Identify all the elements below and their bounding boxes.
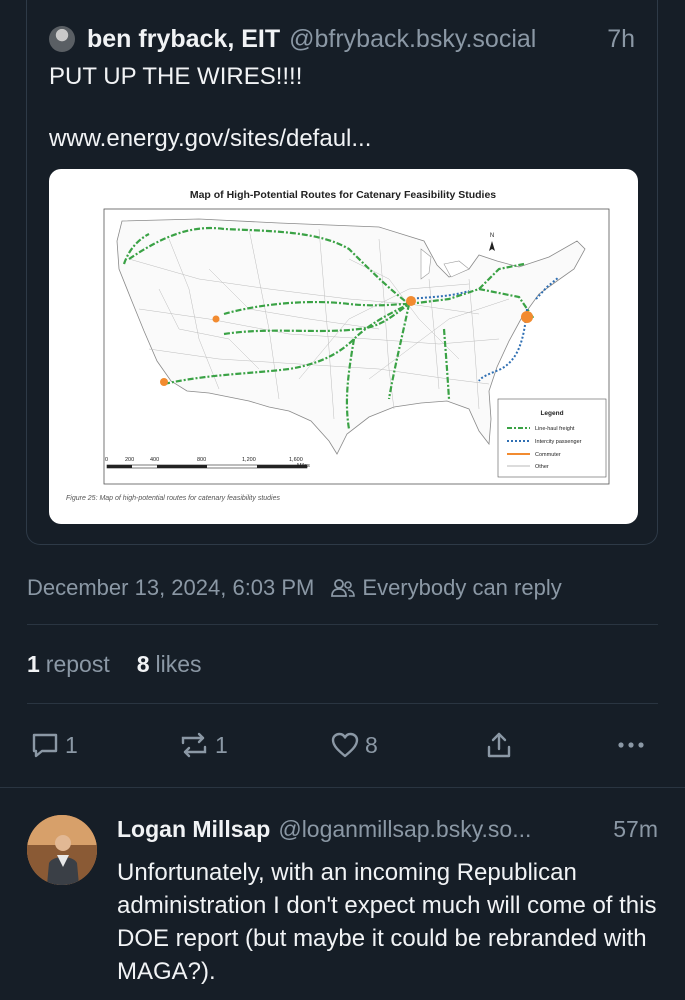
route-map: Map of High-Potential Routes for Catenar… [66, 189, 610, 502]
figure-caption: Figure 25: Map of high-potential routes … [66, 495, 281, 502]
scale-tick: 200 [125, 457, 134, 463]
map-title: Map of High-Potential Routes for Catenar… [190, 189, 496, 201]
post-actions: 1 1 8 [27, 725, 658, 765]
scale-tick: 800 [197, 457, 206, 463]
map-legend: Legend Line-haul freight Intercity passe… [497, 398, 607, 478]
like-count: 8 [365, 731, 378, 758]
legend-item: Other [535, 464, 549, 470]
repost-button[interactable]: 1 [177, 725, 228, 765]
likes-stat[interactable]: 8 likes [137, 651, 202, 678]
quoted-post-link[interactable]: www.energy.gov/sites/defaul... [49, 124, 371, 154]
reply-author-handle[interactable]: @loganmillsap.bsky.so... [278, 816, 531, 843]
divider [27, 703, 658, 704]
likes-label: likes [155, 651, 202, 677]
more-options-button[interactable] [615, 725, 651, 765]
scale-tick: 1,200 [242, 457, 256, 463]
reply-count: 1 [65, 731, 78, 758]
likes-count: 8 [136, 651, 150, 677]
quoted-author-handle[interactable]: @bfryback.bsky.social [289, 25, 536, 54]
legend-item: Intercity passenger [535, 439, 582, 445]
repost-count: 1 [215, 731, 228, 758]
reply-header: Logan Millsap @loganmillsap.bsky.so... 5… [117, 816, 658, 843]
scale-tick: 0 [105, 457, 108, 463]
legend-title: Legend [540, 410, 563, 417]
reply-author-avatar[interactable] [27, 815, 97, 885]
scale-tick: 400 [150, 457, 159, 463]
reposts-label: repost [45, 651, 110, 677]
share-icon [487, 732, 511, 758]
reply-setting[interactable]: Everybody can reply [330, 575, 562, 601]
share-button[interactable] [483, 725, 519, 765]
quoted-author-name[interactable]: ben fryback, EIT [87, 25, 280, 54]
reply-author-name[interactable]: Logan Millsap [117, 816, 270, 843]
more-icon [618, 742, 644, 748]
post-meta: December 13, 2024, 6:03 PM Everybody can… [27, 575, 562, 601]
reposts-count: 1 [27, 651, 40, 677]
legend-item: Commuter [535, 452, 561, 458]
legend-item: Line-haul freight [535, 426, 575, 432]
reposts-stat[interactable]: 1 repost [27, 651, 110, 678]
reply-setting-label: Everybody can reply [362, 575, 562, 600]
repost-icon [181, 732, 207, 758]
quoted-post-text: PUT UP THE WIRES!!!! [49, 63, 303, 90]
scale-unit: Miles [297, 463, 310, 469]
reply-time: 57m [613, 816, 658, 842]
quoted-post-time: 7h [607, 24, 635, 53]
heart-icon [331, 732, 359, 758]
people-icon [331, 579, 356, 597]
post-stats: 1 repost 8 likes [27, 651, 229, 678]
north-label: N [490, 233, 494, 239]
post-timestamp: December 13, 2024, 6:03 PM [27, 575, 315, 600]
like-button[interactable]: 8 [329, 725, 378, 765]
quoted-author-avatar[interactable] [49, 26, 75, 52]
quoted-post-header: ben fryback, EIT @bfryback.bsky.social 7… [49, 22, 635, 56]
quoted-post[interactable]: ben fryback, EIT @bfryback.bsky.social 7… [26, 0, 658, 545]
map-image-embed[interactable]: Map of High-Potential Routes for Catenar… [49, 169, 638, 524]
reply-text: Unfortunately, with an incoming Republic… [117, 859, 657, 985]
reply-button[interactable]: 1 [29, 725, 78, 765]
scale-bar [106, 464, 308, 469]
divider [27, 624, 658, 625]
avatar-photo [27, 815, 97, 885]
reply-icon [32, 733, 58, 758]
reply-post[interactable]: Logan Millsap @loganmillsap.bsky.so... 5… [0, 788, 685, 1000]
